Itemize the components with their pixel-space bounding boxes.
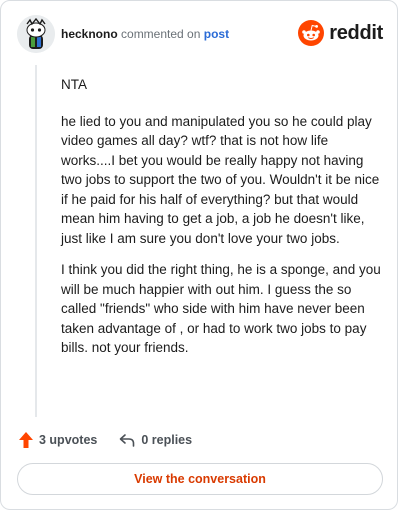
upvote-count: 3 upvotes [39,433,98,447]
username[interactable]: hecknono [61,27,118,41]
comment-meta: hecknono commented on post [61,27,229,41]
post-link[interactable]: post [204,27,229,41]
comment-header: hecknono commented on post reddit [17,15,383,55]
commented-on-text: commented on [121,27,201,41]
reply-button[interactable]: 0 replies [119,433,192,447]
comment-actions: 3 upvotes 0 replies [19,431,214,449]
upvote-button[interactable]: 3 upvotes [19,432,97,448]
comment-paragraph: he lied to you and manipulated you so he… [61,113,380,246]
reddit-wordmark: reddit [329,21,383,44]
thread-line [35,65,37,417]
reddit-logo[interactable]: reddit [298,19,383,47]
reply-count: 0 replies [141,433,193,447]
reddit-logo-icon [298,20,325,46]
comment-body: NTA he lied to you and manipulated you s… [61,65,381,370]
comment-paragraph: I think you did the right thing, he is a… [61,262,381,355]
snoo-avatar-icon [17,15,55,53]
reply-icon [120,434,135,447]
avatar[interactable] [17,15,55,53]
upvote-arrow-icon [19,432,33,448]
comment-paragraph: NTA [61,77,87,92]
view-conversation-button[interactable]: View the conversation [17,463,383,495]
comment-card: hecknono commented on post reddit NTA he… [0,0,398,510]
